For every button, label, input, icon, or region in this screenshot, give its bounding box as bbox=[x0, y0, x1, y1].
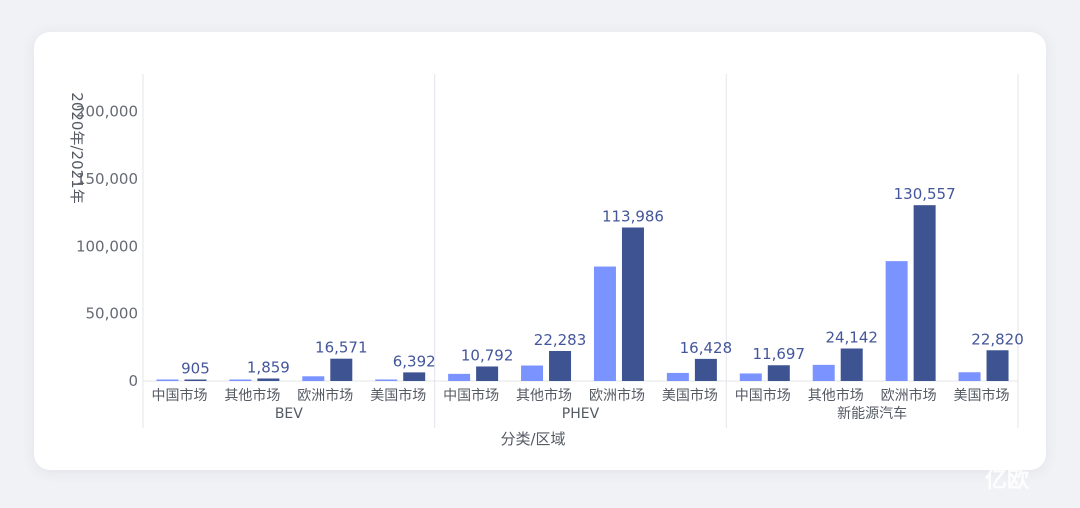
bar-chart: 050,000100,000150,000200,000 905中国市场1,85… bbox=[68, 74, 1029, 493]
category-label: 中国市场 bbox=[151, 387, 207, 404]
bar-2021 bbox=[403, 372, 426, 381]
bar-2020 bbox=[375, 379, 398, 381]
data-label: 11,697 bbox=[753, 345, 806, 363]
data-label: 1,859 bbox=[247, 358, 290, 376]
data-label: 6,392 bbox=[393, 352, 436, 370]
bar-2021 bbox=[767, 365, 790, 381]
category-label: 欧洲市场 bbox=[589, 387, 645, 404]
category-label: 美国市场 bbox=[662, 387, 718, 404]
bar-2021 bbox=[184, 379, 207, 381]
category-label: 欧洲市场 bbox=[297, 387, 353, 404]
bar-2020 bbox=[156, 379, 179, 381]
y-tick-label: 50,000 bbox=[86, 305, 139, 323]
y-axis-title: 2020年/2021年 bbox=[68, 92, 86, 203]
bar-2020 bbox=[302, 376, 325, 381]
bar-2020 bbox=[958, 372, 981, 381]
data-label: 10,792 bbox=[461, 346, 514, 364]
category-label: 中国市场 bbox=[443, 387, 499, 404]
data-label: 22,820 bbox=[971, 330, 1024, 348]
bar-2020 bbox=[812, 364, 835, 381]
bar-2021 bbox=[330, 358, 353, 381]
bar-2020 bbox=[521, 365, 544, 381]
group-label: PHEV bbox=[562, 406, 600, 422]
bar-2021 bbox=[694, 358, 717, 381]
data-label: 24,142 bbox=[825, 328, 878, 346]
bars-layer bbox=[156, 205, 1009, 381]
bar-2020 bbox=[885, 261, 908, 381]
bar-2021 bbox=[986, 350, 1009, 381]
category-label: 其他市场 bbox=[516, 387, 572, 404]
category-label: 美国市场 bbox=[370, 387, 426, 404]
data-label: 113,986 bbox=[602, 207, 664, 225]
bar-2020 bbox=[666, 372, 689, 381]
category-label: 其他市场 bbox=[224, 387, 280, 404]
watermark-logo: 亿欧 bbox=[985, 467, 1029, 493]
bar-2021 bbox=[621, 227, 644, 381]
data-label: 22,283 bbox=[534, 331, 587, 349]
bar-2021 bbox=[913, 205, 936, 381]
y-tick-label: 0 bbox=[128, 372, 138, 390]
category-label: 其他市场 bbox=[808, 387, 864, 404]
category-label: 欧洲市场 bbox=[881, 387, 937, 404]
group-label: BEV bbox=[275, 406, 303, 422]
bar-2020 bbox=[448, 373, 471, 381]
y-tick-label: 100,000 bbox=[76, 237, 138, 255]
data-label: 905 bbox=[181, 360, 210, 378]
bar-2021 bbox=[840, 348, 863, 381]
category-label: 中国市场 bbox=[735, 387, 791, 404]
bar-2020 bbox=[593, 266, 616, 381]
group-label: 新能源汽车 bbox=[837, 405, 907, 422]
bar-2021 bbox=[476, 366, 499, 381]
bar-2020 bbox=[229, 379, 252, 381]
data-label: 16,428 bbox=[680, 339, 733, 357]
bar-2020 bbox=[739, 373, 762, 381]
category-label: 美国市场 bbox=[954, 387, 1010, 404]
bar-2021 bbox=[257, 378, 280, 381]
x-axis-title: 分类/区域 bbox=[500, 430, 565, 448]
data-label: 130,557 bbox=[894, 185, 956, 203]
bar-2021 bbox=[549, 350, 572, 381]
data-label: 16,571 bbox=[315, 339, 368, 357]
